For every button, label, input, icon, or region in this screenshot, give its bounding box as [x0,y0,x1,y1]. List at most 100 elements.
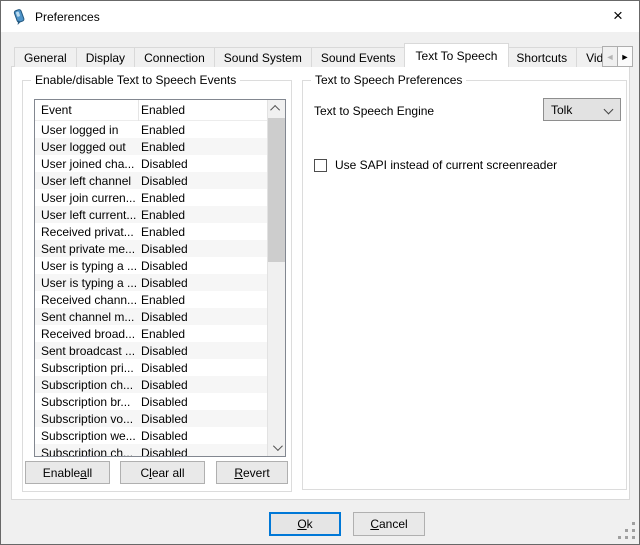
status-cell: Disabled [139,276,267,290]
sapi-checkbox-row[interactable]: Use SAPI instead of current screenreader [314,158,557,172]
ok-button[interactable]: Ok [269,512,341,536]
status-cell: Disabled [139,378,267,392]
status-cell: Disabled [139,344,267,358]
cancel-button[interactable]: Cancel [353,512,425,536]
list-row[interactable]: User join curren...Enabled [35,189,267,206]
list-row[interactable]: User joined cha...Disabled [35,155,267,172]
titlebar[interactable]: Preferences × [1,1,639,32]
event-cell: Received broad... [35,327,139,341]
status-cell: Disabled [139,361,267,375]
tab-text-to-speech[interactable]: Text To Speech [404,43,510,67]
close-button[interactable]: × [597,1,639,31]
event-cell: Sent channel m... [35,310,139,324]
list-row[interactable]: Subscription br...Disabled [35,393,267,410]
tab-connection[interactable]: Connection [134,47,215,67]
status-cell: Disabled [139,242,267,256]
tts-preferences-group-title: Text to Speech Preferences [311,73,466,87]
event-cell: Sent broadcast ... [35,344,139,358]
list-row[interactable]: User left current...Enabled [35,206,267,223]
status-cell: Enabled [139,208,267,222]
list-row[interactable]: Subscription pri...Disabled [35,359,267,376]
status-cell: Enabled [139,123,267,137]
list-header[interactable]: Event Enabled [35,100,267,121]
engine-label: Text to Speech Engine [314,104,434,118]
tab-display[interactable]: Display [76,47,135,67]
list-row[interactable]: Subscription ch...Disabled [35,376,267,393]
event-cell: User joined cha... [35,157,139,171]
tab-scroll-left-button[interactable]: ◄ [602,46,618,67]
event-cell: Subscription we... [35,429,139,443]
button-mnemonic: O [297,517,306,531]
scrollbar-up-button[interactable] [268,100,285,117]
button-mnemonic: R [234,466,243,480]
list-row[interactable]: Sent private me...Disabled [35,240,267,257]
tts-engine-value: Tolk [551,103,572,117]
tab-general[interactable]: General [14,47,77,67]
left-arrow-icon: ◄ [606,52,615,62]
list-row[interactable]: Received privat...Enabled [35,223,267,240]
button-mnemonic: a [80,466,87,480]
column-header-event[interactable]: Event [35,100,139,121]
button-label: k [307,517,313,531]
scrollbar-down-button[interactable] [268,439,285,456]
status-cell: Disabled [139,259,267,273]
close-icon: × [613,6,623,26]
tab-sound-events[interactable]: Sound Events [311,47,406,67]
status-cell: Disabled [139,174,267,188]
clear-all-button[interactable]: Clear all [120,461,205,484]
tts-events-group-title: Enable/disable Text to Speech Events [31,73,240,87]
scrollbar-thumb[interactable] [268,118,285,262]
resize-grip[interactable] [616,522,635,541]
preferences-dialog: Preferences × General Display Connection… [0,0,640,545]
status-cell: Disabled [139,157,267,171]
event-cell: User logged out [35,140,139,154]
tts-engine-select[interactable]: Tolk [543,98,621,121]
event-cell: Subscription ch... [35,378,139,392]
list-row[interactable]: Received chann...Enabled [35,291,267,308]
event-cell: User left current... [35,208,139,222]
list-row[interactable]: User logged outEnabled [35,138,267,155]
status-cell: Disabled [139,429,267,443]
list-row[interactable]: Subscription vo...Disabled [35,410,267,427]
event-cell: Sent private me... [35,242,139,256]
list-row[interactable]: Received broad...Enabled [35,325,267,342]
status-cell: Disabled [139,310,267,324]
event-cell: Subscription pri... [35,361,139,375]
button-label: ll [87,466,92,480]
list-row[interactable]: Sent channel m...Disabled [35,308,267,325]
status-cell: Enabled [139,191,267,205]
event-cell: User left channel [35,174,139,188]
tts-events-list[interactable]: Event Enabled User logged inEnabled User… [34,99,286,457]
chevron-down-icon [273,441,283,451]
list-body: User logged inEnabled User logged outEna… [35,121,267,456]
tab-sound-system[interactable]: Sound System [214,47,312,67]
button-label: Enable [43,466,80,480]
event-cell: User logged in [35,123,139,137]
event-cell: Subscription br... [35,395,139,409]
list-row[interactable]: Subscription we...Disabled [35,427,267,444]
chevron-down-icon [604,105,614,115]
list-row[interactable]: User is typing a ...Disabled [35,257,267,274]
list-row[interactable]: Subscription ch...Disabled [35,444,267,456]
column-header-enabled[interactable]: Enabled [139,103,267,117]
revert-button[interactable]: Revert [216,461,288,484]
tab-strip: General Display Connection Sound System … [14,46,617,67]
tab-scroll-right-button[interactable]: ► [617,46,633,67]
list-row[interactable]: User is typing a ...Disabled [35,274,267,291]
list-row[interactable]: User logged inEnabled [35,121,267,138]
tab-scroll-buttons: ◄ ► [602,46,633,67]
tab-shortcuts[interactable]: Shortcuts [506,47,577,67]
app-icon [11,8,28,25]
enable-all-button[interactable]: Enable all [25,461,110,484]
status-cell: Disabled [139,412,267,426]
event-cell: Received privat... [35,225,139,239]
list-scrollbar[interactable] [267,100,285,456]
list-row[interactable]: Sent broadcast ...Disabled [35,342,267,359]
event-cell: User is typing a ... [35,276,139,290]
status-cell: Enabled [139,225,267,239]
button-label: ear all [152,466,185,480]
button-label: C [140,466,149,480]
list-row[interactable]: User left channelDisabled [35,172,267,189]
event-cell: User join curren... [35,191,139,205]
sapi-checkbox[interactable] [314,159,327,172]
